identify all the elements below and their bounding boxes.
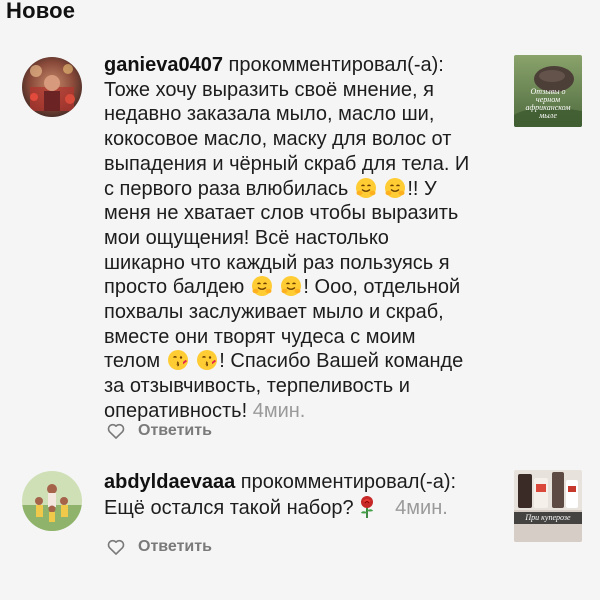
hugging-face-emoji-icon — [280, 275, 302, 297]
hugging-face-emoji-icon — [251, 275, 273, 297]
comment-line: за отзывчивость, терпеливость и — [104, 375, 410, 398]
comment-username[interactable]: ganieva0407 — [104, 54, 223, 76]
reply-label[interactable]: Ответить — [138, 538, 212, 556]
comment-line: Ещё остался такой набор? 4мин. — [104, 495, 448, 519]
comment-line: выпадения и чёрный скраб для тела. И — [104, 152, 470, 175]
kissing-face-emoji-icon — [196, 349, 218, 371]
reply-label[interactable]: Ответить — [138, 422, 212, 440]
comment-line: с первого раза влюбилась !! У — [104, 177, 437, 200]
comment-line: шикарно что каждый раз пользуясь я — [104, 251, 450, 274]
avatar-photo-icon — [22, 57, 82, 117]
comment-line: просто балдею ! Ооо, отдельной — [104, 275, 461, 299]
kissing-face-emoji-icon — [167, 349, 189, 371]
avatar-photo-icon — [22, 471, 82, 531]
heart-icon[interactable] — [106, 537, 126, 557]
reply-button[interactable]: Ответить — [106, 537, 212, 557]
comment-line: Тоже хочу выразить своё мнение, я — [104, 78, 434, 101]
comment-line: вместе они творят чудеса с моим — [104, 325, 416, 348]
rose-emoji-icon — [358, 495, 376, 519]
comment-line: меня не хватает слов чтобы выразить — [104, 202, 459, 225]
comment-text: ganieva0407 прокомментировал(-а): Тоже х… — [104, 53, 494, 424]
hugging-face-emoji-icon — [355, 177, 377, 199]
comment-action: прокомментировал(-а): — [235, 471, 457, 493]
comment-line: недавно заказала мыло, масло ши, — [104, 103, 435, 126]
comment-timestamp: 4мин. — [252, 399, 306, 422]
thumbnail-caption: При куперозе — [525, 513, 571, 522]
post-thumbnail[interactable]: При куперозе — [514, 470, 582, 542]
comment-username[interactable]: abdyldaevaaa — [104, 471, 235, 493]
comment-line: оперативность! 4мин. — [104, 399, 306, 422]
section-title: Новое — [6, 0, 76, 23]
comment-line: мои ощущения! Всё настолько — [104, 226, 389, 249]
post-thumbnail[interactable]: Отзывы о черном африканском мыле — [514, 55, 582, 127]
comment-text: abdyldaevaaa прокомментировал(-а): Ещё о… — [104, 470, 494, 520]
hugging-face-emoji-icon — [384, 177, 406, 199]
avatar[interactable] — [22, 57, 82, 117]
thumbnail-caption: Отзывы о черном африканском мыле — [525, 87, 571, 120]
comment-action: прокомментировал(-а): — [222, 54, 444, 76]
comment-line: телом ! Спасибо Вашей команде — [104, 349, 464, 373]
post-thumbnail-icon — [514, 470, 582, 542]
comment-line: кокосовое масло, маску для волос от — [104, 128, 452, 151]
avatar[interactable] — [22, 471, 82, 531]
heart-icon[interactable] — [106, 421, 126, 441]
comment-line: похвалы заслуживает мыло и скраб, — [104, 301, 444, 324]
reply-button[interactable]: Ответить — [106, 421, 212, 441]
comment-timestamp: 4мин. — [395, 496, 448, 519]
